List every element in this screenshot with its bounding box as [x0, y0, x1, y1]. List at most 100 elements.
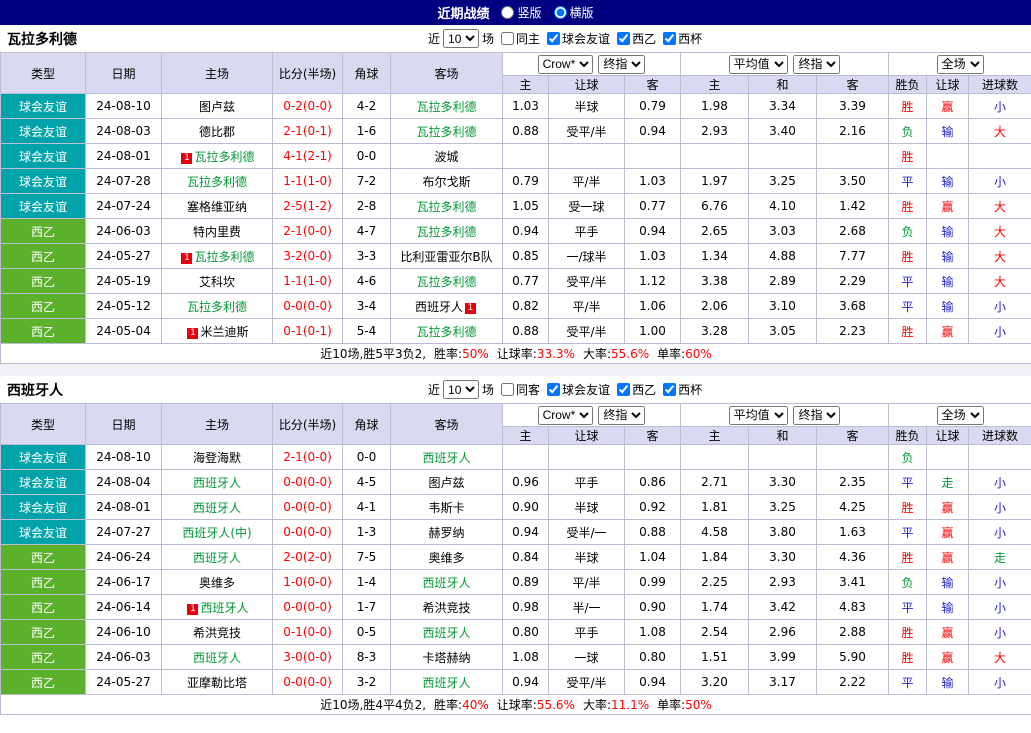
- avg-draw-cell: 4.10: [748, 193, 818, 219]
- avg-home-cell: 6.76: [680, 193, 750, 219]
- odds-away-cell: 0.80: [623, 644, 682, 670]
- filter-bar: 近 10 场 同主 球会友谊 西乙 西杯: [428, 25, 702, 52]
- horizontal-layout-radio[interactable]: [553, 6, 567, 19]
- same-venue-checkbox-label: 同主: [516, 31, 541, 46]
- games-count-select[interactable]: 10: [443, 29, 480, 48]
- same-venue-checkbox[interactable]: [501, 31, 515, 45]
- avg-away-cell: 2.23: [816, 318, 890, 344]
- average-odds-select[interactable]: 平均值: [728, 54, 788, 74]
- final-euro-odds-select[interactable]: 终指: [793, 405, 841, 425]
- match-type-cell: 西乙: [0, 268, 86, 294]
- handicap-cell: [548, 143, 625, 169]
- score-cell: 0-2(0-0): [272, 93, 343, 119]
- horizontal-layout-option[interactable]: 横版: [553, 4, 594, 21]
- team-name: 波城: [434, 149, 459, 164]
- bookmaker-select[interactable]: Crow*: [537, 54, 593, 74]
- match-row: 西乙 24-05-27 亚摩勒比塔 0-0(0-0) 3-2 西班牙人 0.94 受平/半 0.…: [0, 669, 1031, 695]
- league-checkbox-option[interactable]: 西乙: [610, 30, 656, 47]
- home-team-cell: 图卢兹: [161, 93, 273, 119]
- same-venue-checkbox-option[interactable]: 同主: [494, 30, 540, 47]
- match-date-cell: 24-06-10: [85, 619, 162, 645]
- games-unit-label: 场: [482, 383, 495, 397]
- cup-checkbox-option[interactable]: 西杯: [656, 381, 702, 398]
- avg-away-cell: 2.88: [816, 619, 890, 645]
- team-title: 瓦拉多利德: [7, 31, 77, 48]
- final-odds-select[interactable]: 终指: [598, 54, 646, 74]
- odds-away-cell: 0.79: [623, 93, 682, 119]
- result-goals-cell: 小: [968, 318, 1031, 344]
- result-wdl-cell: 平: [888, 268, 928, 294]
- corners-cell: 1-7: [342, 594, 391, 620]
- match-row: 西乙 24-05-12 瓦拉多利德 0-0(0-0) 3-4 西班牙人 1 0.82 平/半 1.…: [0, 293, 1031, 319]
- avg-draw-cell: 3.40: [748, 118, 818, 144]
- cup-checkbox[interactable]: [663, 382, 677, 396]
- same-venue-checkbox-option[interactable]: 同客: [494, 381, 540, 398]
- result-handicap-cell: 赢: [926, 494, 970, 520]
- col-header-home: 主场: [161, 403, 273, 445]
- match-type-cell: 球会友谊: [0, 93, 86, 119]
- friendly-checkbox[interactable]: [547, 382, 561, 396]
- match-type-cell: 球会友谊: [0, 494, 86, 520]
- away-team-cell: 卡塔赫纳: [390, 644, 503, 670]
- team-name: 瓦拉多利德: [194, 249, 255, 264]
- sections-container: 瓦拉多利德 近 10 场 同主 球会友谊 西乙 西杯 类型 日期 主场 比分(半…: [0, 25, 1031, 715]
- handicap-cell: 受半/一: [548, 519, 625, 545]
- col-header-type: 类型: [0, 403, 86, 445]
- vertical-layout-radio[interactable]: [501, 6, 515, 19]
- cup-checkbox[interactable]: [663, 31, 677, 45]
- team-name: 赫罗纳: [428, 525, 465, 540]
- avg-away-cell: 4.25: [816, 494, 890, 520]
- friendly-checkbox-option[interactable]: 球会友谊: [540, 381, 610, 398]
- match-row: 西乙 24-06-10 希洪竞技 0-1(0-0) 0-5 西班牙人 0.80 平手 1.08 2…: [0, 619, 1031, 645]
- team-name: 布尔戈斯: [422, 174, 471, 189]
- result-goals-cell: 小: [968, 469, 1031, 495]
- league-checkbox[interactable]: [617, 382, 631, 396]
- friendly-checkbox[interactable]: [547, 31, 561, 45]
- avg-draw-cell: 3.10: [748, 293, 818, 319]
- col-header-handicap: 让球: [548, 426, 625, 445]
- score-cell: 4-1(2-1): [272, 143, 343, 169]
- match-date-cell: 24-08-10: [85, 93, 162, 119]
- result-wdl-cell: 负: [888, 569, 928, 595]
- match-row: 西乙 24-06-24 西班牙人 2-0(2-0) 7-5 奥维多 0.84 半球 1.04 1.…: [0, 544, 1031, 570]
- match-date-cell: 24-08-01: [85, 494, 162, 520]
- handicap-cell: 一球: [548, 644, 625, 670]
- friendly-checkbox-option[interactable]: 球会友谊: [540, 30, 610, 47]
- league-checkbox-option[interactable]: 西乙: [610, 381, 656, 398]
- result-wdl-cell: 平: [888, 519, 928, 545]
- col-header-euro-away: 客: [816, 75, 890, 94]
- average-odds-select[interactable]: 平均值: [728, 405, 788, 425]
- summary-stat-label: 让球率:: [496, 698, 537, 712]
- result-handicap-cell: 输: [926, 569, 970, 595]
- team-name: 卡塔赫纳: [422, 650, 471, 665]
- final-odds-select[interactable]: 终指: [598, 405, 646, 425]
- league-checkbox-label: 西乙: [632, 382, 657, 397]
- team-name: 韦斯卡: [428, 500, 465, 515]
- cup-checkbox-option[interactable]: 西杯: [656, 30, 702, 47]
- result-goals-cell: 大: [968, 193, 1031, 219]
- match-type-cell: 西乙: [0, 293, 86, 319]
- away-team-cell: 韦斯卡: [390, 494, 503, 520]
- team-name: 比利亚雷亚尔B队: [400, 249, 493, 264]
- same-venue-checkbox[interactable]: [501, 382, 515, 396]
- match-date-cell: 24-06-17: [85, 569, 162, 595]
- team-name: 西班牙人: [192, 650, 241, 665]
- final-euro-odds-select[interactable]: 终指: [793, 54, 841, 74]
- match-date-cell: 24-08-04: [85, 469, 162, 495]
- league-checkbox[interactable]: [617, 31, 631, 45]
- same-venue-checkbox-label: 同客: [516, 382, 541, 397]
- score-cell: 2-1(0-0): [272, 218, 343, 244]
- fulltime-select[interactable]: 全场: [936, 405, 984, 425]
- bookmaker-select[interactable]: Crow*: [537, 405, 593, 425]
- avg-home-cell: 2.93: [680, 118, 750, 144]
- away-team-cell: 波城: [390, 143, 503, 169]
- handicap-cell: 受平/半: [548, 118, 625, 144]
- games-count-select[interactable]: 10: [443, 380, 480, 399]
- fulltime-select[interactable]: 全场: [936, 54, 984, 74]
- avg-away-cell: 2.68: [816, 218, 890, 244]
- vertical-layout-option[interactable]: 竖版: [501, 4, 542, 21]
- col-header-euro-home: 主: [680, 426, 750, 445]
- handicap-cell: 平手: [548, 619, 625, 645]
- result-wdl-cell: 胜: [888, 93, 928, 119]
- team-name: 塞格维亚纳: [186, 199, 247, 214]
